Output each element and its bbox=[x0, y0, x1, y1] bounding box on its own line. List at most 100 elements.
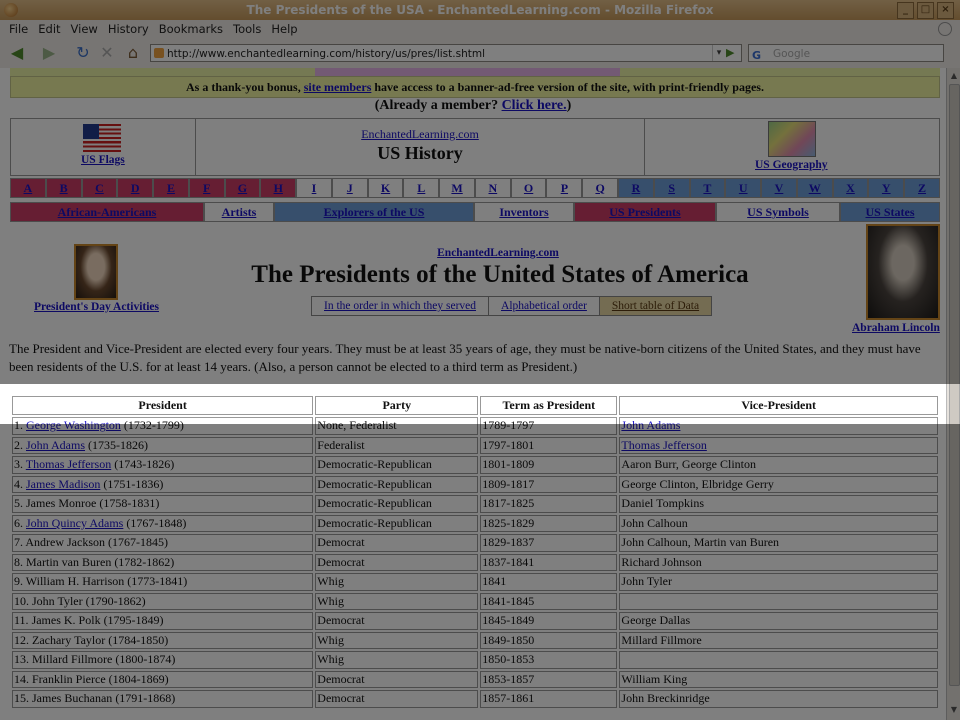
alphabet-letter-a[interactable]: A bbox=[10, 178, 46, 198]
enchanted-learning-link[interactable]: EnchantedLearning.com bbox=[196, 127, 644, 142]
home-button[interactable]: ⌂ bbox=[124, 44, 142, 62]
tab-short-table[interactable]: Short table of Data bbox=[599, 297, 712, 315]
alphabet-letter-h[interactable]: H bbox=[260, 178, 297, 198]
president-years: (1800-1874) bbox=[115, 652, 176, 667]
alphabet-letter-y[interactable]: Y bbox=[868, 178, 905, 198]
bonus-text-post: have access to a banner-ad-free version … bbox=[371, 80, 764, 94]
table-row: 5. James Monroe (1758-1831) Democratic-Re… bbox=[12, 495, 938, 513]
president-years: (1795-1849) bbox=[103, 613, 164, 628]
alphabet-letter-c[interactable]: C bbox=[81, 178, 118, 198]
topic-link-us-symbols[interactable]: US Symbols bbox=[716, 202, 840, 222]
search-input[interactable]: G Google bbox=[748, 44, 944, 62]
alphabet-letter-z[interactable]: Z bbox=[904, 178, 940, 198]
cell-vice-president: John Breckinridge bbox=[619, 690, 938, 708]
url-bar[interactable]: http://www.enchantedlearning.com/history… bbox=[150, 44, 742, 62]
scroll-up-icon[interactable]: ▲ bbox=[949, 70, 959, 82]
menu-bookmarks[interactable]: Bookmarks bbox=[154, 20, 228, 38]
enchanted-learning-link-2[interactable]: EnchantedLearning.com bbox=[437, 247, 559, 259]
alphabet-letter-e[interactable]: E bbox=[153, 178, 189, 198]
alphabet-letter-n[interactable]: N bbox=[474, 178, 511, 198]
alphabet-letter-b[interactable]: B bbox=[45, 178, 82, 198]
president-years: (1735-1826) bbox=[88, 437, 149, 452]
alphabet-letter-i[interactable]: I bbox=[296, 178, 332, 198]
alphabet-letter-l[interactable]: L bbox=[403, 178, 440, 198]
alphabet-letter-k[interactable]: K bbox=[367, 178, 404, 198]
url-dropdown-button[interactable]: ▾ bbox=[712, 45, 725, 61]
menu-help[interactable]: Help bbox=[266, 20, 302, 38]
us-map-icon[interactable] bbox=[768, 121, 816, 157]
president-years: (1782-1862) bbox=[114, 554, 175, 569]
alphabet-letter-s[interactable]: S bbox=[653, 178, 690, 198]
bonus-banner: As a thank-you bonus, site members have … bbox=[10, 76, 940, 98]
table-header-row: President Party Term as President Vice-P… bbox=[12, 396, 938, 415]
cell-vice-president bbox=[619, 592, 938, 610]
president-link[interactable]: John Adams bbox=[26, 438, 85, 452]
topic-link-us-presidents[interactable]: US Presidents bbox=[574, 202, 716, 222]
us-flags-link[interactable]: US Flags bbox=[81, 154, 125, 166]
alphabet-letter-p[interactable]: P bbox=[546, 178, 583, 198]
president-years: (1791-1868) bbox=[115, 691, 176, 706]
alphabet-letter-x[interactable]: X bbox=[832, 178, 869, 198]
alphabet-letter-f[interactable]: F bbox=[188, 178, 225, 198]
maximize-button[interactable]: □ bbox=[917, 2, 934, 19]
topic-link-explorers-of-the-us[interactable]: Explorers of the US bbox=[274, 202, 474, 222]
topic-link-artists[interactable]: Artists bbox=[204, 202, 274, 222]
scroll-down-icon[interactable]: ▼ bbox=[949, 704, 959, 716]
vice-president-link[interactable]: John Adams bbox=[621, 418, 680, 432]
menu-view[interactable]: View bbox=[66, 20, 103, 38]
go-button[interactable]: ▶ bbox=[726, 45, 740, 61]
cell-president: 2. John Adams (1735-1826) bbox=[12, 436, 314, 454]
vice-president-link[interactable]: Thomas Jefferson bbox=[621, 438, 706, 452]
back-button[interactable]: ◀ bbox=[8, 44, 26, 62]
alphabet-letter-o[interactable]: O bbox=[510, 178, 547, 198]
us-history-heading: US History bbox=[377, 143, 463, 163]
minimize-button[interactable]: _ bbox=[897, 2, 914, 19]
header-president: President bbox=[12, 396, 314, 415]
president-link[interactable]: John Quincy Adams bbox=[26, 516, 123, 530]
click-here-link[interactable]: Click here. bbox=[502, 98, 567, 113]
table-row: 7. Andrew Jackson (1767-1845) Democrat 182… bbox=[12, 534, 938, 552]
menu-file[interactable]: File bbox=[4, 20, 33, 38]
menu-edit[interactable]: Edit bbox=[33, 20, 65, 38]
alphabet-letter-j[interactable]: J bbox=[331, 178, 368, 198]
abraham-lincoln-link[interactable]: Abraham Lincoln bbox=[852, 322, 940, 334]
close-button[interactable]: × bbox=[937, 2, 954, 19]
vice-president-name: Aaron Burr, George Clinton bbox=[621, 457, 757, 472]
alphabet-letter-m[interactable]: M bbox=[439, 178, 475, 198]
alphabet-letter-u[interactable]: U bbox=[725, 178, 762, 198]
topic-link-us-states[interactable]: US States bbox=[840, 202, 940, 222]
alphabet-letter-d[interactable]: D bbox=[117, 178, 154, 198]
abraham-lincoln-portrait[interactable] bbox=[866, 224, 940, 320]
alphabet-letter-q[interactable]: Q bbox=[582, 178, 619, 198]
menu-history[interactable]: History bbox=[103, 20, 154, 38]
cell-vice-president bbox=[619, 651, 938, 669]
forward-button[interactable]: ▶ bbox=[40, 44, 58, 62]
us-geography-link[interactable]: US Geography bbox=[755, 159, 828, 171]
table-row: 9. William H. Harrison (1773-1841) Whig 18… bbox=[12, 573, 938, 591]
alphabet-letter-g[interactable]: G bbox=[224, 178, 261, 198]
cell-vice-president: George Dallas bbox=[619, 612, 938, 630]
vertical-scrollbar[interactable]: ▲ ▼ bbox=[946, 68, 960, 720]
reload-button[interactable]: ↻ bbox=[74, 44, 92, 62]
tab-alphabetical[interactable]: Alphabetical order bbox=[489, 297, 600, 315]
vice-president-name: George Clinton, Elbridge Gerry bbox=[621, 476, 774, 491]
menu-tools[interactable]: Tools bbox=[228, 20, 266, 38]
site-members-link[interactable]: site members bbox=[304, 80, 372, 94]
topic-link-african-americans[interactable]: African-Americans bbox=[10, 202, 204, 222]
president-link[interactable]: James Madison bbox=[26, 477, 100, 491]
presidents-day-link[interactable]: President's Day Activities bbox=[34, 301, 159, 313]
alphabet-letter-v[interactable]: V bbox=[761, 178, 797, 198]
stop-button[interactable]: ✕ bbox=[98, 44, 116, 62]
president-link[interactable]: George Washington bbox=[26, 418, 121, 432]
us-flag-icon[interactable] bbox=[83, 124, 121, 152]
google-icon[interactable]: G bbox=[752, 47, 761, 65]
scrollbar-thumb[interactable] bbox=[949, 84, 960, 686]
alphabet-letter-r[interactable]: R bbox=[618, 178, 654, 198]
tab-order-served[interactable]: In the order in which they served bbox=[312, 297, 490, 315]
member-text-pre: (Already a member? bbox=[374, 98, 502, 113]
topic-link-inventors[interactable]: Inventors bbox=[474, 202, 574, 222]
alphabet-letter-t[interactable]: T bbox=[689, 178, 726, 198]
alphabet-letter-w[interactable]: W bbox=[796, 178, 833, 198]
table-row: 12. Zachary Taylor (1784-1850) Whig 1849-1… bbox=[12, 631, 938, 649]
president-link[interactable]: Thomas Jefferson bbox=[26, 457, 111, 471]
